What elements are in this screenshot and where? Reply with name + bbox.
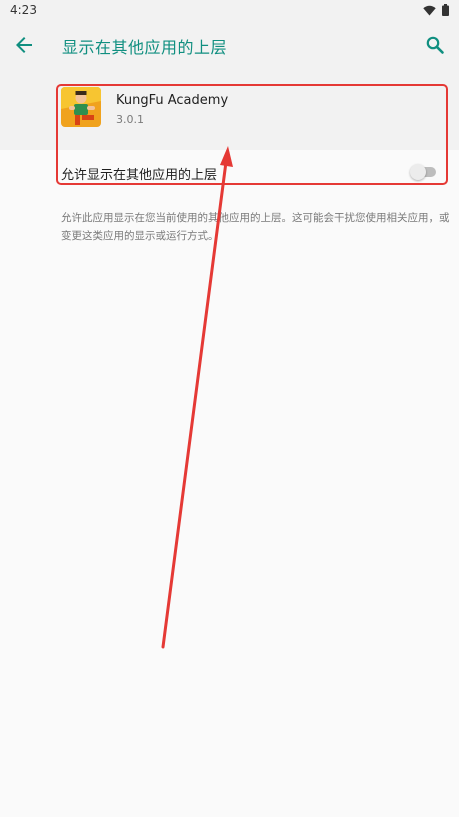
arrow-back-icon bbox=[16, 37, 32, 53]
overlay-permission-toggle[interactable] bbox=[410, 163, 436, 181]
toolbar: 显示在其他应用的上层 bbox=[0, 22, 459, 68]
back-button[interactable] bbox=[12, 33, 36, 57]
status-time: 4:23 bbox=[10, 3, 37, 17]
overlay-permission-label: 允许显示在其他应用的上层 bbox=[61, 168, 218, 183]
wifi-icon bbox=[423, 5, 436, 15]
overlay-permission-row[interactable]: 允许显示在其他应用的上层 bbox=[0, 150, 459, 194]
toggle-thumb bbox=[410, 164, 426, 180]
search-button[interactable] bbox=[423, 33, 447, 57]
status-icons bbox=[423, 4, 449, 16]
app-icon bbox=[61, 87, 101, 127]
app-version: 3.0.1 bbox=[116, 113, 144, 126]
app-logo-icon bbox=[61, 87, 101, 127]
status-bar: 4:23 bbox=[0, 0, 459, 22]
app-name: KungFu Academy bbox=[116, 93, 229, 108]
search-icon bbox=[426, 36, 444, 54]
app-header: KungFu Academy 3.0.1 bbox=[0, 68, 459, 150]
permission-description: 允许此应用显示在您当前使用的其他应用的上层。这可能会干扰您使用相关应用，或变更这… bbox=[61, 212, 450, 242]
battery-icon bbox=[442, 4, 449, 16]
page-title: 显示在其他应用的上层 bbox=[62, 38, 228, 57]
